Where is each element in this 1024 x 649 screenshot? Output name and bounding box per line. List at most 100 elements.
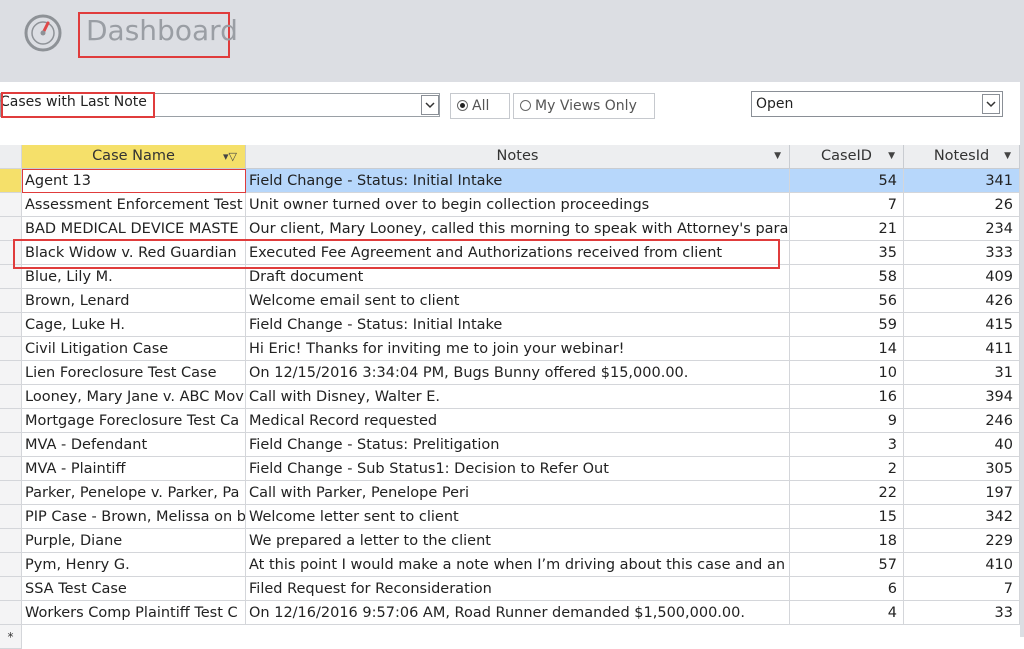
- table-row[interactable]: Lien Foreclosure Test Case On 12/15/2016 …: [0, 361, 1024, 385]
- cell-notes[interactable]: Field Change - Status: Prelitigation: [246, 433, 790, 457]
- cell-notesid[interactable]: 7: [904, 577, 1020, 601]
- cell-case[interactable]: BAD MEDICAL DEVICE MASTE: [22, 217, 246, 241]
- cell-caseid[interactable]: 6: [790, 577, 904, 601]
- cell-case[interactable]: Black Widow v. Red Guardian: [22, 241, 246, 265]
- table-row[interactable]: Cage, Luke H. Field Change - Status: Init…: [0, 313, 1024, 337]
- cell-notes[interactable]: Field Change - Sub Status1: Decision to …: [246, 457, 790, 481]
- cell-notesid[interactable]: 40: [904, 433, 1020, 457]
- row-selector[interactable]: [0, 505, 22, 529]
- row-selector[interactable]: [0, 217, 22, 241]
- table-row[interactable]: Mortgage Foreclosure Test Ca Medical Reco…: [0, 409, 1024, 433]
- cell-notes[interactable]: Call with Parker, Penelope Peri: [246, 481, 790, 505]
- cell-notesid[interactable]: 415: [904, 313, 1020, 337]
- row-selector[interactable]: [0, 433, 22, 457]
- cell-caseid[interactable]: 21: [790, 217, 904, 241]
- cell-case[interactable]: Civil Litigation Case: [22, 337, 246, 361]
- cell-case[interactable]: Looney, Mary Jane v. ABC Mov: [22, 385, 246, 409]
- cell-notesid[interactable]: 409: [904, 265, 1020, 289]
- cell-notes[interactable]: Call with Disney, Walter E.: [246, 385, 790, 409]
- vertical-scrollbar[interactable]: [1020, 0, 1024, 637]
- cell-notes[interactable]: Field Change - Status: Initial Intake: [246, 169, 790, 193]
- row-selector[interactable]: [0, 361, 22, 385]
- row-selector[interactable]: [0, 481, 22, 505]
- table-row[interactable]: Civil Litigation Case Hi Eric! Thanks for…: [0, 337, 1024, 361]
- row-selector[interactable]: [0, 385, 22, 409]
- table-row[interactable]: SSA Test Case Filed Request for Reconside…: [0, 577, 1024, 601]
- row-selector[interactable]: [0, 169, 22, 193]
- table-row[interactable]: PIP Case - Brown, Melissa on b Welcome le…: [0, 505, 1024, 529]
- cell-notes[interactable]: Hi Eric! Thanks for inviting me to join …: [246, 337, 790, 361]
- table-row[interactable]: Brown, Lenard Welcome email sent to clien…: [0, 289, 1024, 313]
- cell-notes[interactable]: Unit owner turned over to begin collecti…: [246, 193, 790, 217]
- row-selector[interactable]: [0, 601, 22, 625]
- cell-caseid[interactable]: 10: [790, 361, 904, 385]
- cell-case[interactable]: SSA Test Case: [22, 577, 246, 601]
- cell-caseid[interactable]: 15: [790, 505, 904, 529]
- cell-notes[interactable]: Filed Request for Reconsideration: [246, 577, 790, 601]
- new-record-marker[interactable]: *: [0, 625, 22, 649]
- cell-caseid[interactable]: 16: [790, 385, 904, 409]
- cell-case[interactable]: Assessment Enforcement Test: [22, 193, 246, 217]
- cell-notes[interactable]: Welcome letter sent to client: [246, 505, 790, 529]
- cell-notesid[interactable]: 31: [904, 361, 1020, 385]
- cell-caseid[interactable]: 22: [790, 481, 904, 505]
- table-row[interactable]: Workers Comp Plaintiff Test C On 12/16/20…: [0, 601, 1024, 625]
- radio-my-views-only[interactable]: My Views Only: [513, 93, 655, 119]
- column-header-notes[interactable]: Notes ▼: [246, 145, 790, 169]
- row-selector[interactable]: [0, 265, 22, 289]
- cell-notesid[interactable]: 342: [904, 505, 1020, 529]
- cell-caseid[interactable]: 9: [790, 409, 904, 433]
- cell-caseid[interactable]: 7: [790, 193, 904, 217]
- cell-case[interactable]: Blue, Lily M.: [22, 265, 246, 289]
- cell-case[interactable]: PIP Case - Brown, Melissa on b: [22, 505, 246, 529]
- cell-notesid[interactable]: 394: [904, 385, 1020, 409]
- status-select[interactable]: Open: [751, 91, 1003, 117]
- table-row[interactable]: Parker, Penelope v. Parker, Pa Call with …: [0, 481, 1024, 505]
- table-row[interactable]: Assessment Enforcement Test Unit owner tu…: [0, 193, 1024, 217]
- cell-notes[interactable]: Our client, Mary Looney, called this mor…: [246, 217, 790, 241]
- select-all-corner[interactable]: [0, 145, 22, 169]
- cell-caseid[interactable]: 59: [790, 313, 904, 337]
- cell-case[interactable]: Brown, Lenard: [22, 289, 246, 313]
- row-selector[interactable]: [0, 289, 22, 313]
- cell-caseid[interactable]: 4: [790, 601, 904, 625]
- cell-caseid[interactable]: 35: [790, 241, 904, 265]
- cell-caseid[interactable]: 58: [790, 265, 904, 289]
- table-row[interactable]: MVA - Defendant Field Change - Status: Pr…: [0, 433, 1024, 457]
- table-row[interactable]: Black Widow v. Red Guardian Executed Fee …: [0, 241, 1024, 265]
- cell-notes[interactable]: At this point I would make a note when I…: [246, 553, 790, 577]
- cell-caseid[interactable]: 56: [790, 289, 904, 313]
- table-row[interactable]: Blue, Lily M. Draft document 58 409: [0, 265, 1024, 289]
- cell-case[interactable]: Lien Foreclosure Test Case: [22, 361, 246, 385]
- cell-case[interactable]: Cage, Luke H.: [22, 313, 246, 337]
- cell-case[interactable]: Mortgage Foreclosure Test Ca: [22, 409, 246, 433]
- cell-notesid[interactable]: 410: [904, 553, 1020, 577]
- cell-notesid[interactable]: 246: [904, 409, 1020, 433]
- row-selector[interactable]: [0, 409, 22, 433]
- cell-notes[interactable]: Welcome email sent to client: [246, 289, 790, 313]
- cell-notesid[interactable]: 411: [904, 337, 1020, 361]
- cell-case[interactable]: Agent 13: [22, 169, 246, 193]
- row-selector[interactable]: [0, 529, 22, 553]
- cell-caseid[interactable]: 54: [790, 169, 904, 193]
- table-row[interactable]: Purple, Diane We prepared a letter to the…: [0, 529, 1024, 553]
- cell-notesid[interactable]: 305: [904, 457, 1020, 481]
- new-record-row[interactable]: *: [0, 625, 1024, 649]
- column-header-caseid[interactable]: CaseID ▼: [790, 145, 904, 169]
- row-selector[interactable]: [0, 241, 22, 265]
- cell-case[interactable]: MVA - Defendant: [22, 433, 246, 457]
- cell-notesid[interactable]: 197: [904, 481, 1020, 505]
- column-header-notesid[interactable]: NotesId ▼: [904, 145, 1020, 169]
- cell-notes[interactable]: We prepared a letter to the client: [246, 529, 790, 553]
- cell-notes[interactable]: Field Change - Status: Initial Intake: [246, 313, 790, 337]
- cell-notesid[interactable]: 229: [904, 529, 1020, 553]
- row-selector[interactable]: [0, 337, 22, 361]
- cell-caseid[interactable]: 57: [790, 553, 904, 577]
- cell-notesid[interactable]: 426: [904, 289, 1020, 313]
- cell-notesid[interactable]: 333: [904, 241, 1020, 265]
- cell-caseid[interactable]: 2: [790, 457, 904, 481]
- table-row[interactable]: BAD MEDICAL DEVICE MASTE Our client, Mary…: [0, 217, 1024, 241]
- table-row[interactable]: Looney, Mary Jane v. ABC Mov Call with Di…: [0, 385, 1024, 409]
- row-selector[interactable]: [0, 553, 22, 577]
- cell-case[interactable]: Parker, Penelope v. Parker, Pa: [22, 481, 246, 505]
